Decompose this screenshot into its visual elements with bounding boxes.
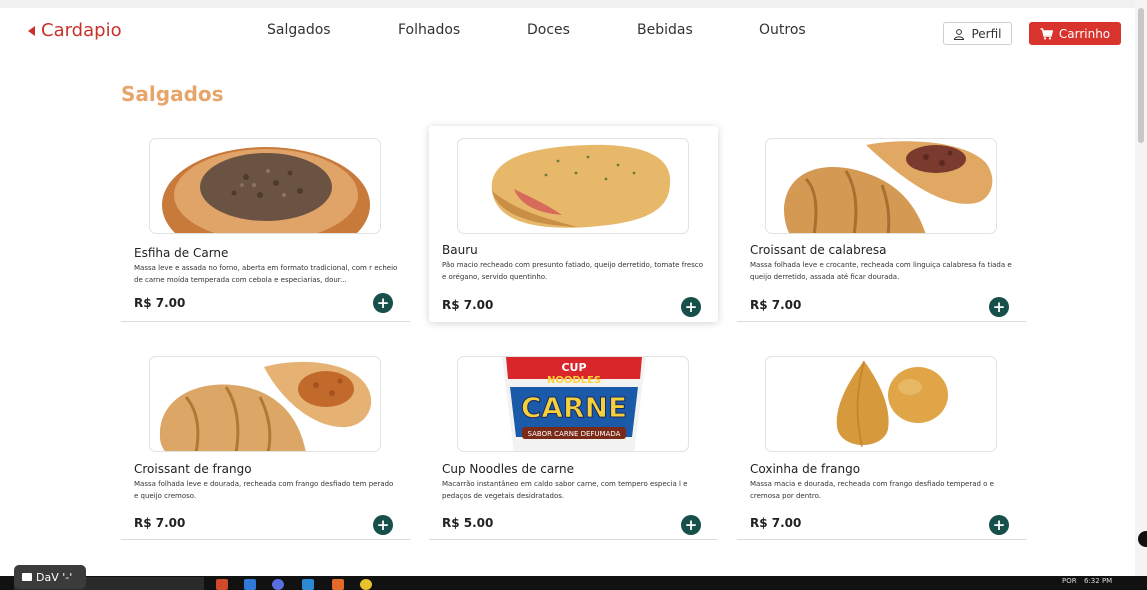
app-icon[interactable] [360,579,372,590]
product-name: Coxinha de frango [750,462,861,476]
cup-flavor-text: CARNE [521,391,627,424]
bauru-image [457,138,689,234]
product-card-bauru[interactable]: Bauru Pão macio recheado com presunto fa… [429,126,718,322]
esfiha-image [149,138,381,234]
add-to-cart-button[interactable]: + [681,515,701,535]
card-divider [121,539,410,540]
product-description: Massa folhada leve e crocante, recheada … [750,261,1012,281]
perfil-label: Perfil [971,26,1002,41]
add-to-cart-button[interactable]: + [373,515,393,535]
add-to-cart-button[interactable]: + [989,297,1009,317]
app-icon[interactable] [272,579,284,590]
browser-top-strip [0,0,1147,8]
monitor-icon [22,573,32,581]
plus-icon: + [684,297,698,316]
app-icon[interactable] [216,579,228,590]
side-handle[interactable] [1138,531,1147,547]
scrollbar-thumb[interactable] [1138,8,1144,143]
card-divider [737,321,1026,322]
chat-label: DaV '-' [36,570,73,584]
section-title: Salgados [121,82,224,106]
plus-icon: + [376,515,390,534]
cup-noodles-image: CUP NOODLES CARNE SABOR CARNE DEFUMADA [457,356,689,452]
app-icon[interactable] [244,579,256,590]
nav-link-bebidas[interactable]: Bebidas [637,22,693,38]
product-price: R$ 7.00 [442,298,494,312]
navbar: Cardapio Salgados Folhados Doces Bebidas… [0,8,1135,56]
croissant-calabresa-image [765,138,997,234]
plus-icon: + [992,297,1006,316]
product-description: Massa folhada leve e dourada, recheada c… [134,480,394,500]
product-price: R$ 7.00 [750,298,802,312]
carrinho-button[interactable]: Carrinho [1029,22,1121,45]
product-price: R$ 5.00 [442,516,494,530]
cup-brand-text: CUP [561,361,586,374]
add-to-cart-button[interactable]: + [681,297,701,317]
page: Cardapio Salgados Folhados Doces Bebidas… [0,0,1147,590]
nav-link-doces[interactable]: Doces [527,22,570,38]
product-description: Massa leve e assada no forno, aberta em … [134,264,398,284]
add-to-cart-button[interactable]: + [989,515,1009,535]
plus-icon: + [376,293,390,312]
app-icon[interactable] [302,579,314,590]
card-divider [737,539,1026,540]
product-name: Cup Noodles de carne [442,462,574,476]
product-name: Croissant de calabresa [750,243,887,257]
cup-brand-subtext: NOODLES [547,375,601,386]
croissant-frango-image [149,356,381,452]
tray-clock[interactable]: 6:32 PM [1084,577,1112,585]
nav-link-salgados[interactable]: Salgados [267,22,331,38]
product-description: Macarrão instantâneo em caldo sabor carn… [442,480,688,500]
cup-subtitle-text: SABOR CARNE DEFUMADA [528,430,621,438]
brand-label: Cardapio [41,20,122,41]
app-icon[interactable] [332,579,344,590]
product-card-croissant-calabresa[interactable]: Croissant de calabresa Massa folhada lev… [737,126,1026,322]
product-price: R$ 7.00 [134,296,186,310]
card-divider [121,321,410,322]
plus-icon: + [684,515,698,534]
add-to-cart-button[interactable]: + [373,293,393,313]
product-name: Croissant de frango [134,462,252,476]
chat-bubble[interactable]: DaV '-' [14,565,86,589]
product-price: R$ 7.00 [134,516,186,530]
brand-link[interactable]: Cardapio [28,20,122,41]
card-divider [429,539,718,540]
product-description: Massa macia e dourada, recheada com fran… [750,480,994,500]
product-card-croissant-frango[interactable]: Croissant de frango Massa folhada leve e… [121,344,410,540]
product-name: Bauru [442,243,478,257]
product-price: R$ 7.00 [750,516,802,530]
carrinho-label: Carrinho [1058,26,1111,41]
nav-link-outros[interactable]: Outros [759,22,806,38]
product-card-esfiha[interactable]: Esfiha de Carne Massa leve e assada no f… [121,126,410,322]
coxinha-image [765,356,997,452]
user-icon [954,28,965,40]
product-name: Esfiha de Carne [134,246,229,260]
caret-left-icon [28,25,35,36]
product-description: Pão macio recheado com presunto fatiado,… [442,261,703,281]
cart-icon [1040,27,1053,39]
product-card-coxinha[interactable]: Coxinha de frango Massa macia e dourada,… [737,344,1026,540]
plus-icon: + [992,515,1006,534]
perfil-button[interactable]: Perfil [943,22,1012,45]
nav-link-folhados[interactable]: Folhados [398,22,460,38]
tray-language[interactable]: POR [1062,577,1077,585]
product-card-cup-noodles[interactable]: CUP NOODLES CARNE SABOR CARNE DEFUMADA C… [429,344,718,540]
